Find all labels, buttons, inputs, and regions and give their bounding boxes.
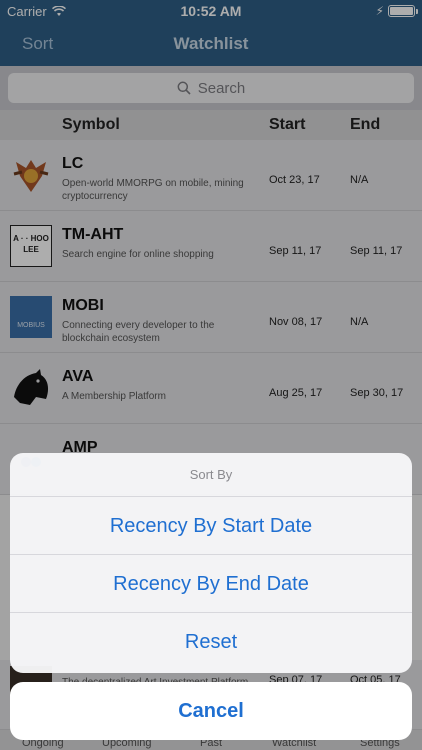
sort-by-start-date-button[interactable]: Recency By Start Date <box>10 497 412 555</box>
cancel-button[interactable]: Cancel <box>10 682 412 740</box>
sort-by-end-date-button[interactable]: Recency By End Date <box>10 555 412 613</box>
sort-action-sheet: Sort By Recency By Start Date Recency By… <box>10 453 412 673</box>
sheet-title: Sort By <box>10 453 412 497</box>
reset-button[interactable]: Reset <box>10 613 412 671</box>
